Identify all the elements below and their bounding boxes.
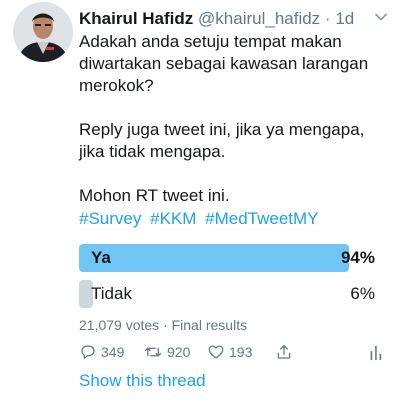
heart-icon xyxy=(208,345,224,359)
hashtag-link[interactable]: #Survey xyxy=(79,209,141,228)
poll-option: Ya 94% xyxy=(79,244,375,272)
author-handle[interactable]: @khairul_hafidz xyxy=(198,9,320,28)
hashtag-link[interactable]: #MedTweetMY xyxy=(205,209,318,228)
analytics-icon xyxy=(370,345,382,361)
poll-bar xyxy=(79,244,350,272)
retweet-count: 920 xyxy=(167,344,191,360)
avatar-image xyxy=(13,2,73,62)
tweet-header: Khairul Hafidz @khairul_hafidz · 1d xyxy=(79,8,370,30)
poll-option: Tidak 6% xyxy=(79,280,375,308)
show-thread-link[interactable]: Show this thread xyxy=(79,370,206,392)
poll-option-percent: 6% xyxy=(350,284,375,303)
hashtags: #Survey #KKM #MedTweetMY xyxy=(79,208,323,230)
retweet-icon xyxy=(144,347,162,357)
reply-button[interactable]: 349 xyxy=(79,340,124,364)
tweet-text-paragraph: Mohon RT tweet ini. xyxy=(79,186,230,205)
tweet[interactable]: Khairul Hafidz @khairul_hafidz · 1d Adak… xyxy=(0,0,400,400)
tweet-actions: 349 920 193 xyxy=(79,340,389,364)
retweet-button[interactable]: 920 xyxy=(143,340,190,364)
tweet-time[interactable]: 1d xyxy=(335,9,354,28)
reply-icon xyxy=(81,345,95,360)
poll-option-label: Ya xyxy=(91,248,111,267)
header-separator: · xyxy=(324,9,331,28)
tweet-text-paragraph: Reply juga tweet ini, jika ya mengapa, j… xyxy=(79,120,365,161)
analytics-button[interactable] xyxy=(369,340,383,364)
author-name[interactable]: Khairul Hafidz xyxy=(79,9,193,28)
reply-count: 349 xyxy=(101,344,125,360)
avatar[interactable] xyxy=(13,2,73,62)
poll-summary: 21,079 votes · Final results xyxy=(79,317,248,333)
tweet-text-paragraph: Adakah anda setuju tempat makan diwartak… xyxy=(79,32,369,95)
tweet-text: Adakah anda setuju tempat makan diwartak… xyxy=(79,31,389,207)
hashtag-link[interactable]: #KKM xyxy=(150,209,196,228)
chevron-down-icon[interactable] xyxy=(374,10,388,24)
like-button[interactable]: 193 xyxy=(207,340,252,364)
share-button[interactable] xyxy=(275,340,293,364)
share-icon xyxy=(277,344,291,359)
like-count: 193 xyxy=(229,344,253,360)
poll-option-label: Tidak xyxy=(91,284,132,303)
poll-option-percent: 94% xyxy=(340,248,375,267)
